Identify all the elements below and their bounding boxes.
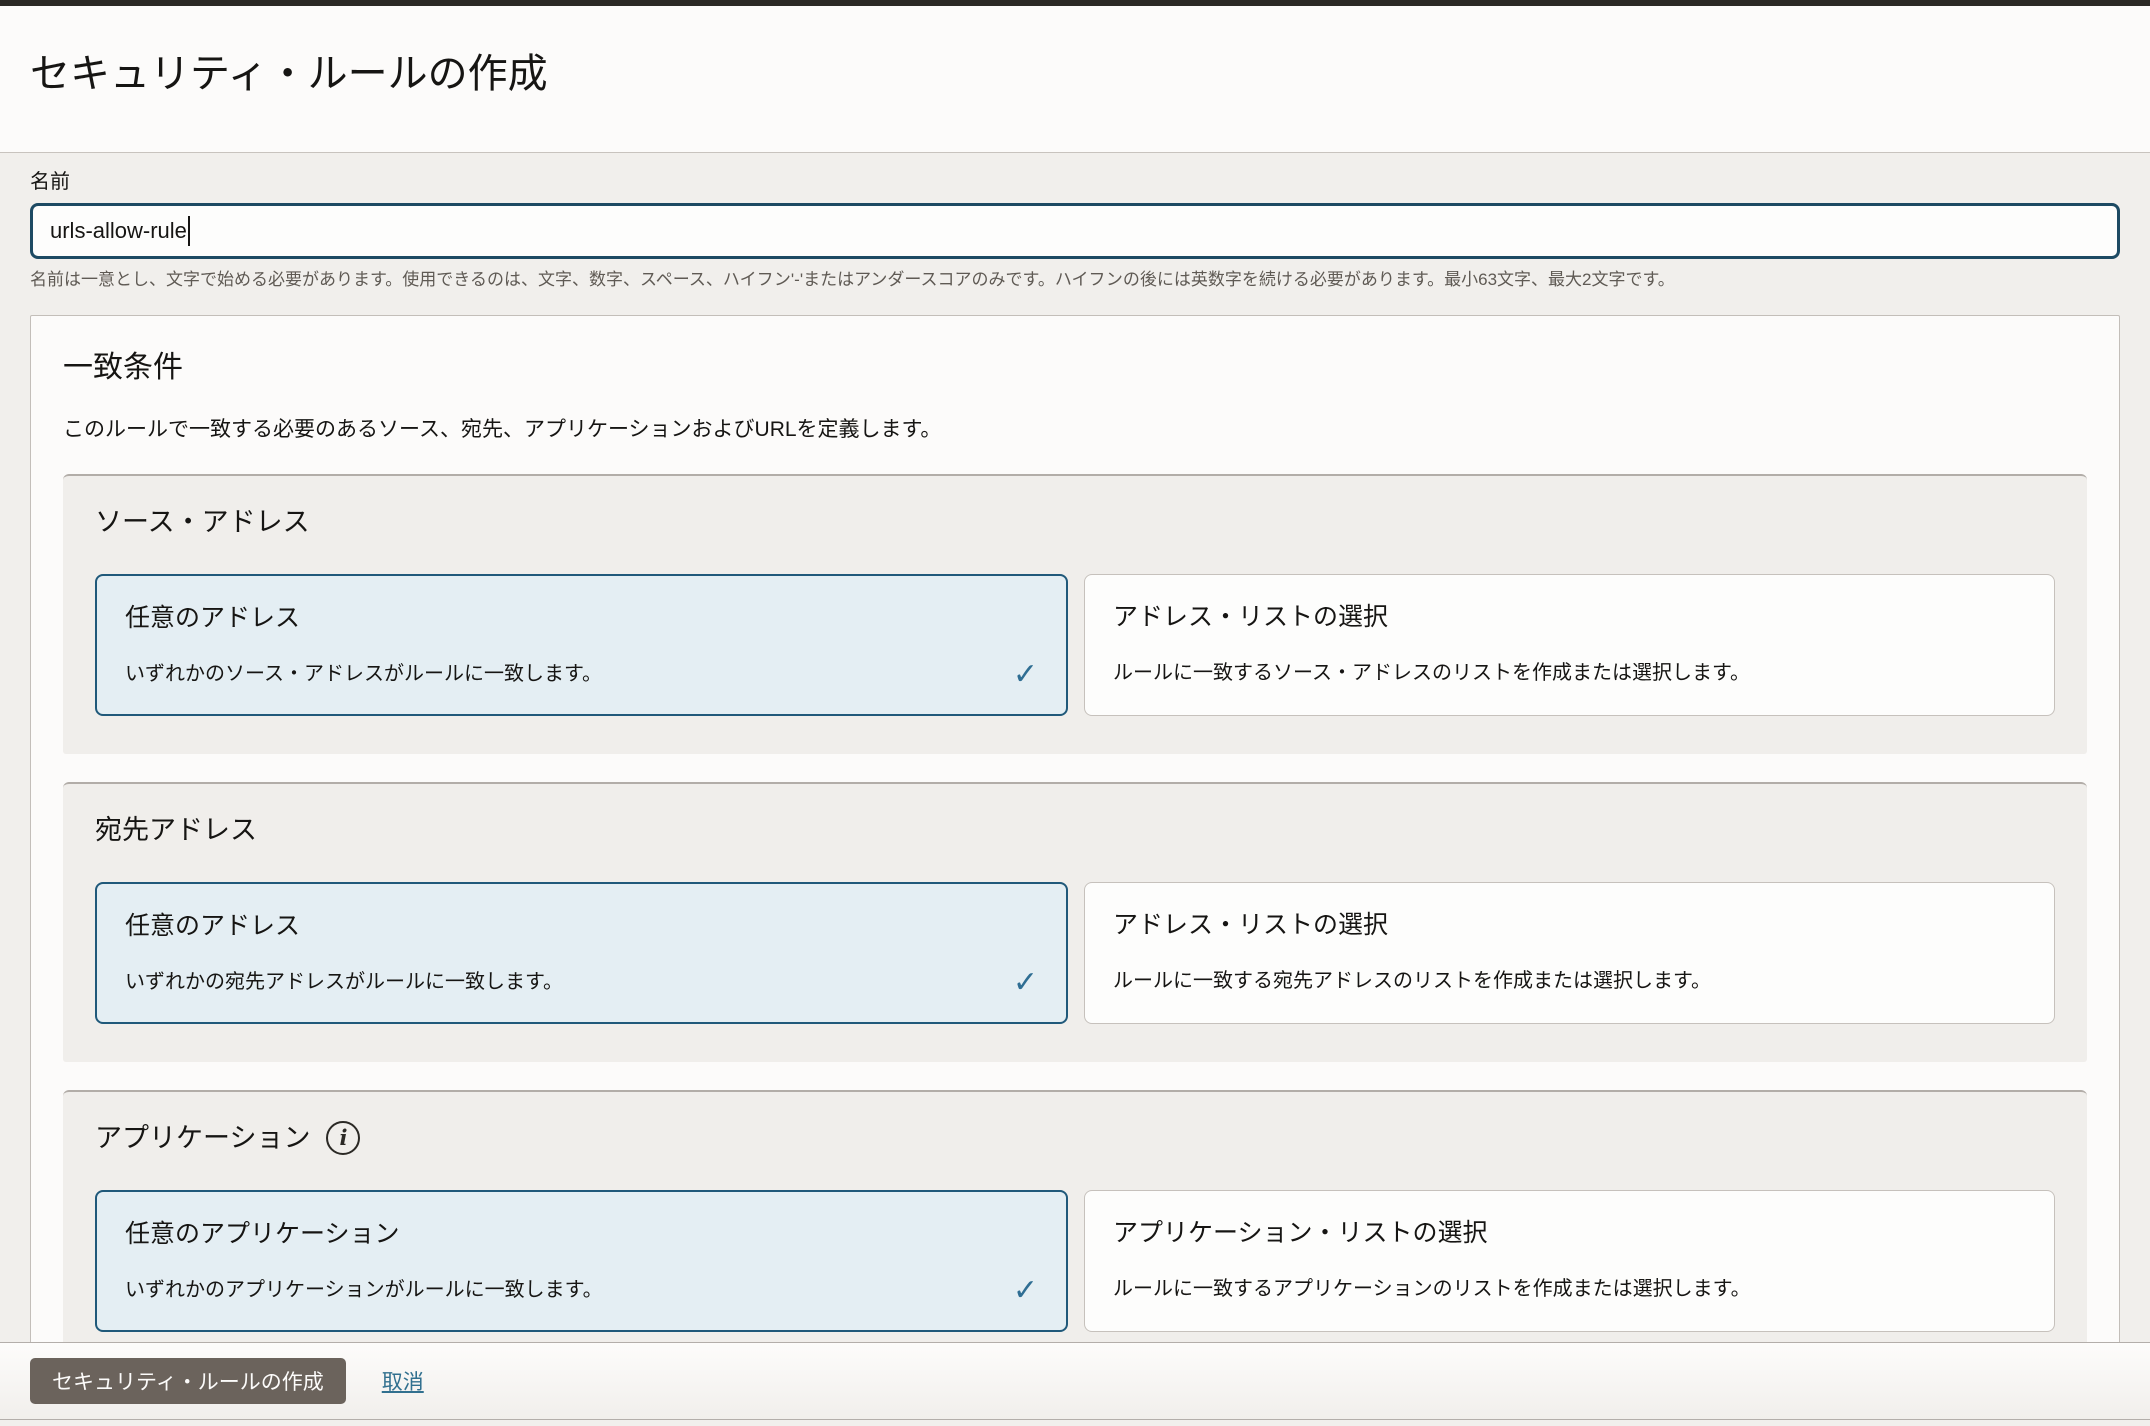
option-card-select-destination-address-list[interactable]: アドレス・リストの選択 ルールに一致する宛先アドレスのリストを作成または選択しま… [1084, 882, 2055, 1024]
option-title: 任意のアプリケーション [125, 1218, 1038, 1251]
match-conditions-panel: 一致条件 このルールで一致する必要のあるソース、宛先、アプリケーションおよびUR… [30, 315, 2120, 1405]
check-icon: ✓ [1013, 969, 1038, 996]
option-title: アドレス・リストの選択 [1113, 909, 2026, 942]
text-cursor [188, 216, 190, 246]
source-address-title-text: ソース・アドレス [95, 504, 310, 540]
check-icon: ✓ [1013, 661, 1038, 688]
match-conditions-title: 一致条件 [63, 348, 2087, 388]
page-header: セキュリティ・ルールの作成 [0, 6, 2150, 153]
option-description: ルールに一致するソース・アドレスのリストを作成または選択します。 [1113, 660, 1750, 687]
name-label: 名前 [30, 169, 70, 195]
section-source-address: ソース・アドレス 任意のアドレス いずれかのソース・アドレスがルールに一致します… [63, 474, 2087, 754]
destination-address-options: 任意のアドレス いずれかの宛先アドレスがルールに一致します。 ✓ アドレス・リス… [95, 882, 2055, 1024]
check-icon: ✓ [1013, 1277, 1038, 1304]
option-card-select-application-list[interactable]: アプリケーション・リストの選択 ルールに一致するアプリケーションのリストを作成ま… [1084, 1190, 2055, 1332]
option-description: ルールに一致するアプリケーションのリストを作成または選択します。 [1113, 1276, 1751, 1303]
info-icon[interactable]: i [326, 1121, 360, 1155]
source-address-options: 任意のアドレス いずれかのソース・アドレスがルールに一致します。 ✓ アドレス・… [95, 574, 2055, 716]
source-address-title: ソース・アドレス [95, 504, 2055, 540]
option-title: アドレス・リストの選択 [1113, 601, 2026, 634]
name-input-value: urls-allow-rule [50, 218, 187, 244]
option-title: アプリケーション・リストの選択 [1113, 1217, 2026, 1250]
create-security-rule-button[interactable]: セキュリティ・ルールの作成 [30, 1358, 346, 1404]
page-title: セキュリティ・ルールの作成 [30, 48, 2120, 100]
section-application: アプリケーション i 任意のアプリケーション いずれかのアプリケーションがルール… [63, 1090, 2087, 1370]
application-options: 任意のアプリケーション いずれかのアプリケーションがルールに一致します。 ✓ ア… [95, 1190, 2055, 1332]
option-card-any-source-address[interactable]: 任意のアドレス いずれかのソース・アドレスがルールに一致します。 ✓ [95, 574, 1068, 716]
option-title: 任意のアドレス [125, 910, 1038, 943]
cancel-link[interactable]: 取消 [382, 1366, 424, 1396]
option-description: いずれかの宛先アドレスがルールに一致します。 [125, 969, 563, 996]
option-description: いずれかのアプリケーションがルールに一致します。 [125, 1277, 603, 1304]
application-title-text: アプリケーション [95, 1120, 310, 1156]
option-title: 任意のアドレス [125, 602, 1038, 635]
destination-address-title: 宛先アドレス [95, 812, 2055, 848]
option-card-any-destination-address[interactable]: 任意のアドレス いずれかの宛先アドレスがルールに一致します。 ✓ [95, 882, 1068, 1024]
option-description: ルールに一致する宛先アドレスのリストを作成または選択します。 [1113, 968, 1711, 995]
match-conditions-description: このルールで一致する必要のあるソース、宛先、アプリケーションおよびURLを定義し… [63, 416, 2087, 444]
application-title: アプリケーション i [95, 1120, 2055, 1156]
action-bar: セキュリティ・ルールの作成 取消 [0, 1342, 2150, 1420]
option-card-any-application[interactable]: 任意のアプリケーション いずれかのアプリケーションがルールに一致します。 ✓ [95, 1190, 1068, 1332]
name-helper-text: 名前は一意とし、文字で始める必要があります。使用できるのは、文字、数字、スペース… [30, 269, 2120, 291]
option-description: いずれかのソース・アドレスがルールに一致します。 [125, 661, 602, 688]
option-card-select-source-address-list[interactable]: アドレス・リストの選択 ルールに一致するソース・アドレスのリストを作成または選択… [1084, 574, 2055, 716]
destination-address-title-text: 宛先アドレス [95, 812, 257, 848]
section-destination-address: 宛先アドレス 任意のアドレス いずれかの宛先アドレスがルールに一致します。 ✓ … [63, 782, 2087, 1062]
name-input[interactable]: urls-allow-rule [30, 203, 2120, 259]
form-content: 名前 urls-allow-rule 名前は一意とし、文字で始める必要があります… [0, 153, 2150, 1405]
